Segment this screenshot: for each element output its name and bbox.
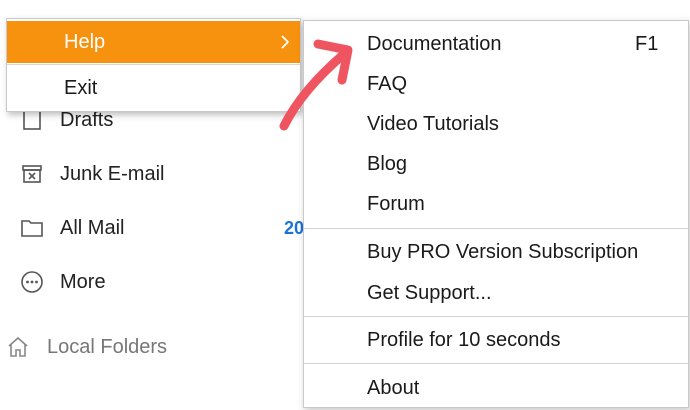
submenu-item-label: Video Tutorials [367,113,499,135]
menu-separator [304,363,688,364]
folder-item-label: More [60,270,106,293]
submenu-item-label: About [367,377,420,399]
submenu-item-video-tutorials[interactable]: Video Tutorials [304,105,688,143]
folder-item-all-mail[interactable]: All Mail 20 [0,208,305,248]
submenu-item-about[interactable]: About [304,369,688,407]
menu-separator [304,316,688,317]
submenu-item-blog[interactable]: Blog [304,145,688,183]
submenu-item-label: FAQ [367,73,408,95]
folder-item-more[interactable]: More [0,262,305,302]
folder-item-label: All Mail [60,216,125,239]
menu-item-label: Exit [64,76,98,99]
junk-icon [20,162,44,186]
submenu-item-label: Profile for 10 seconds [367,329,561,351]
folder-item-junk-email[interactable]: Junk E-mail [0,154,305,194]
folder-item-label: Junk E-mail [60,162,165,185]
submenu-item-label: Buy PRO Version Subscription [367,241,639,263]
section-label: Local Folders [47,335,168,358]
menu-item-exit[interactable]: Exit [7,67,300,109]
home-icon [6,335,30,359]
section-local-folders[interactable]: Local Folders [0,327,305,367]
main-menu-popup: Help Exit [6,18,301,112]
submenu-item-profile[interactable]: Profile for 10 seconds [304,321,688,359]
chevron-right-icon [281,35,290,49]
shortcut-key: F1 [635,33,659,55]
menu-item-label: Help [64,30,106,53]
menu-separator [7,64,300,65]
menu-separator [304,228,688,229]
submenu-item-label: Blog [367,153,408,175]
app-window: Drafts Junk E-mail All Mail 20 More Loca… [0,0,690,410]
submenu-item-faq[interactable]: FAQ [304,65,688,103]
submenu-item-buy-pro[interactable]: Buy PRO Version Subscription [304,233,688,271]
more-icon [20,270,44,294]
help-submenu: Documentation F1 FAQ Video Tutorials Blo… [303,20,689,408]
unread-count-badge: 20 [284,217,305,238]
folder-icon [20,216,44,240]
submenu-item-label: Forum [367,193,425,215]
submenu-item-label: Documentation [367,33,502,55]
menu-item-help[interactable]: Help [7,21,300,63]
submenu-item-documentation[interactable]: Documentation F1 [304,25,688,63]
submenu-item-get-support[interactable]: Get Support... [304,274,688,312]
submenu-item-label: Get Support... [367,282,492,304]
submenu-item-forum[interactable]: Forum [304,185,688,223]
